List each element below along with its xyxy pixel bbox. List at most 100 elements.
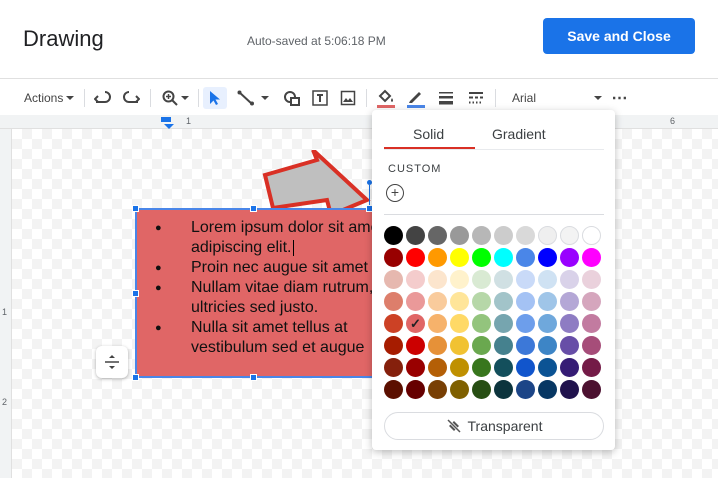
fill-color-icon[interactable] (374, 87, 398, 109)
color-swatch[interactable] (472, 292, 491, 311)
color-swatch[interactable] (516, 380, 535, 399)
color-swatch[interactable] (582, 358, 601, 377)
color-swatch[interactable] (384, 292, 403, 311)
color-swatch[interactable] (428, 248, 447, 267)
font-select[interactable]: Arial (504, 87, 602, 109)
more-icon[interactable]: ⋯ (609, 87, 631, 109)
resize-handle[interactable] (132, 374, 139, 381)
color-swatch[interactable] (428, 380, 447, 399)
tab-solid[interactable]: Solid (413, 126, 444, 142)
transparent-button[interactable]: Transparent (384, 412, 604, 440)
color-swatch[interactable] (384, 314, 403, 333)
ruler-indent-marker[interactable] (161, 117, 171, 122)
tab-gradient[interactable]: Gradient (492, 126, 546, 142)
color-swatch[interactable] (406, 292, 425, 311)
textbox-icon[interactable] (309, 87, 331, 109)
color-swatch[interactable] (450, 226, 469, 245)
color-swatch[interactable] (428, 314, 447, 333)
resize-handle[interactable] (250, 205, 257, 212)
line-tool-button[interactable] (233, 87, 273, 109)
color-swatch[interactable] (450, 358, 469, 377)
color-swatch[interactable] (582, 314, 601, 333)
color-swatch[interactable] (472, 336, 491, 355)
color-swatch[interactable] (560, 358, 579, 377)
shape-icon[interactable] (281, 87, 303, 109)
color-swatch[interactable] (384, 270, 403, 289)
color-swatch[interactable] (494, 380, 513, 399)
color-swatch[interactable] (384, 226, 403, 245)
zoom-button[interactable] (158, 87, 192, 109)
color-swatch[interactable] (516, 226, 535, 245)
color-swatch[interactable] (450, 314, 469, 333)
color-swatch[interactable] (450, 270, 469, 289)
save-and-close-button[interactable]: Save and Close (543, 18, 695, 54)
color-swatch[interactable] (428, 226, 447, 245)
color-swatch[interactable] (428, 292, 447, 311)
color-swatch[interactable] (538, 358, 557, 377)
add-custom-color-icon[interactable]: + (386, 184, 404, 202)
color-swatch[interactable] (406, 226, 425, 245)
color-swatch[interactable] (582, 292, 601, 311)
color-swatch[interactable] (406, 248, 425, 267)
color-swatch[interactable] (538, 248, 557, 267)
color-swatch[interactable] (384, 336, 403, 355)
resize-handle[interactable] (250, 374, 257, 381)
color-swatch[interactable] (582, 270, 601, 289)
color-swatch[interactable] (538, 380, 557, 399)
color-swatch[interactable] (560, 336, 579, 355)
color-swatch[interactable] (560, 248, 579, 267)
color-swatch[interactable] (428, 358, 447, 377)
color-swatch[interactable] (560, 292, 579, 311)
color-swatch[interactable] (406, 336, 425, 355)
color-swatch[interactable] (560, 226, 579, 245)
color-swatch[interactable] (494, 226, 513, 245)
resize-handle[interactable] (132, 205, 139, 212)
select-icon[interactable] (203, 87, 227, 109)
color-swatch[interactable] (582, 248, 601, 267)
color-swatch[interactable] (582, 226, 601, 245)
color-swatch[interactable] (472, 270, 491, 289)
actions-menu-button[interactable]: Actions (24, 87, 75, 109)
color-swatch[interactable] (538, 226, 557, 245)
color-swatch[interactable] (516, 292, 535, 311)
color-swatch[interactable] (384, 358, 403, 377)
bullet-list[interactable]: Lorem ipsum dolor sit amet, consectetur … (155, 218, 375, 368)
color-swatch[interactable] (560, 270, 579, 289)
color-swatch[interactable] (494, 270, 513, 289)
color-swatch[interactable] (450, 336, 469, 355)
color-swatch[interactable] (494, 336, 513, 355)
color-swatch[interactable] (494, 248, 513, 267)
image-icon[interactable] (337, 87, 359, 109)
color-swatch[interactable] (472, 358, 491, 377)
color-swatch[interactable] (582, 336, 601, 355)
color-swatch[interactable] (406, 380, 425, 399)
redo-icon[interactable] (120, 87, 142, 109)
border-color-icon[interactable] (404, 87, 428, 109)
color-swatch[interactable] (472, 248, 491, 267)
color-swatch[interactable] (494, 358, 513, 377)
color-swatch[interactable] (450, 380, 469, 399)
color-swatch[interactable] (516, 270, 535, 289)
color-swatch[interactable] (516, 358, 535, 377)
color-swatch[interactable] (450, 248, 469, 267)
color-swatch[interactable] (494, 314, 513, 333)
border-dash-icon[interactable] (465, 87, 487, 109)
border-weight-icon[interactable] (435, 87, 457, 109)
color-swatch[interactable] (472, 226, 491, 245)
color-swatch[interactable] (516, 336, 535, 355)
color-swatch[interactable] (538, 270, 557, 289)
color-swatch[interactable] (516, 248, 535, 267)
color-swatch[interactable] (428, 270, 447, 289)
color-swatch[interactable] (494, 292, 513, 311)
color-swatch[interactable] (538, 292, 557, 311)
undo-icon[interactable] (92, 87, 114, 109)
color-swatch[interactable] (384, 380, 403, 399)
vertical-align-button[interactable] (96, 346, 128, 378)
color-swatch[interactable] (538, 336, 557, 355)
color-swatch[interactable] (582, 380, 601, 399)
color-swatch[interactable] (406, 358, 425, 377)
color-swatch[interactable] (406, 270, 425, 289)
color-swatch[interactable] (560, 380, 579, 399)
color-swatch[interactable] (428, 336, 447, 355)
color-swatch[interactable] (516, 314, 535, 333)
